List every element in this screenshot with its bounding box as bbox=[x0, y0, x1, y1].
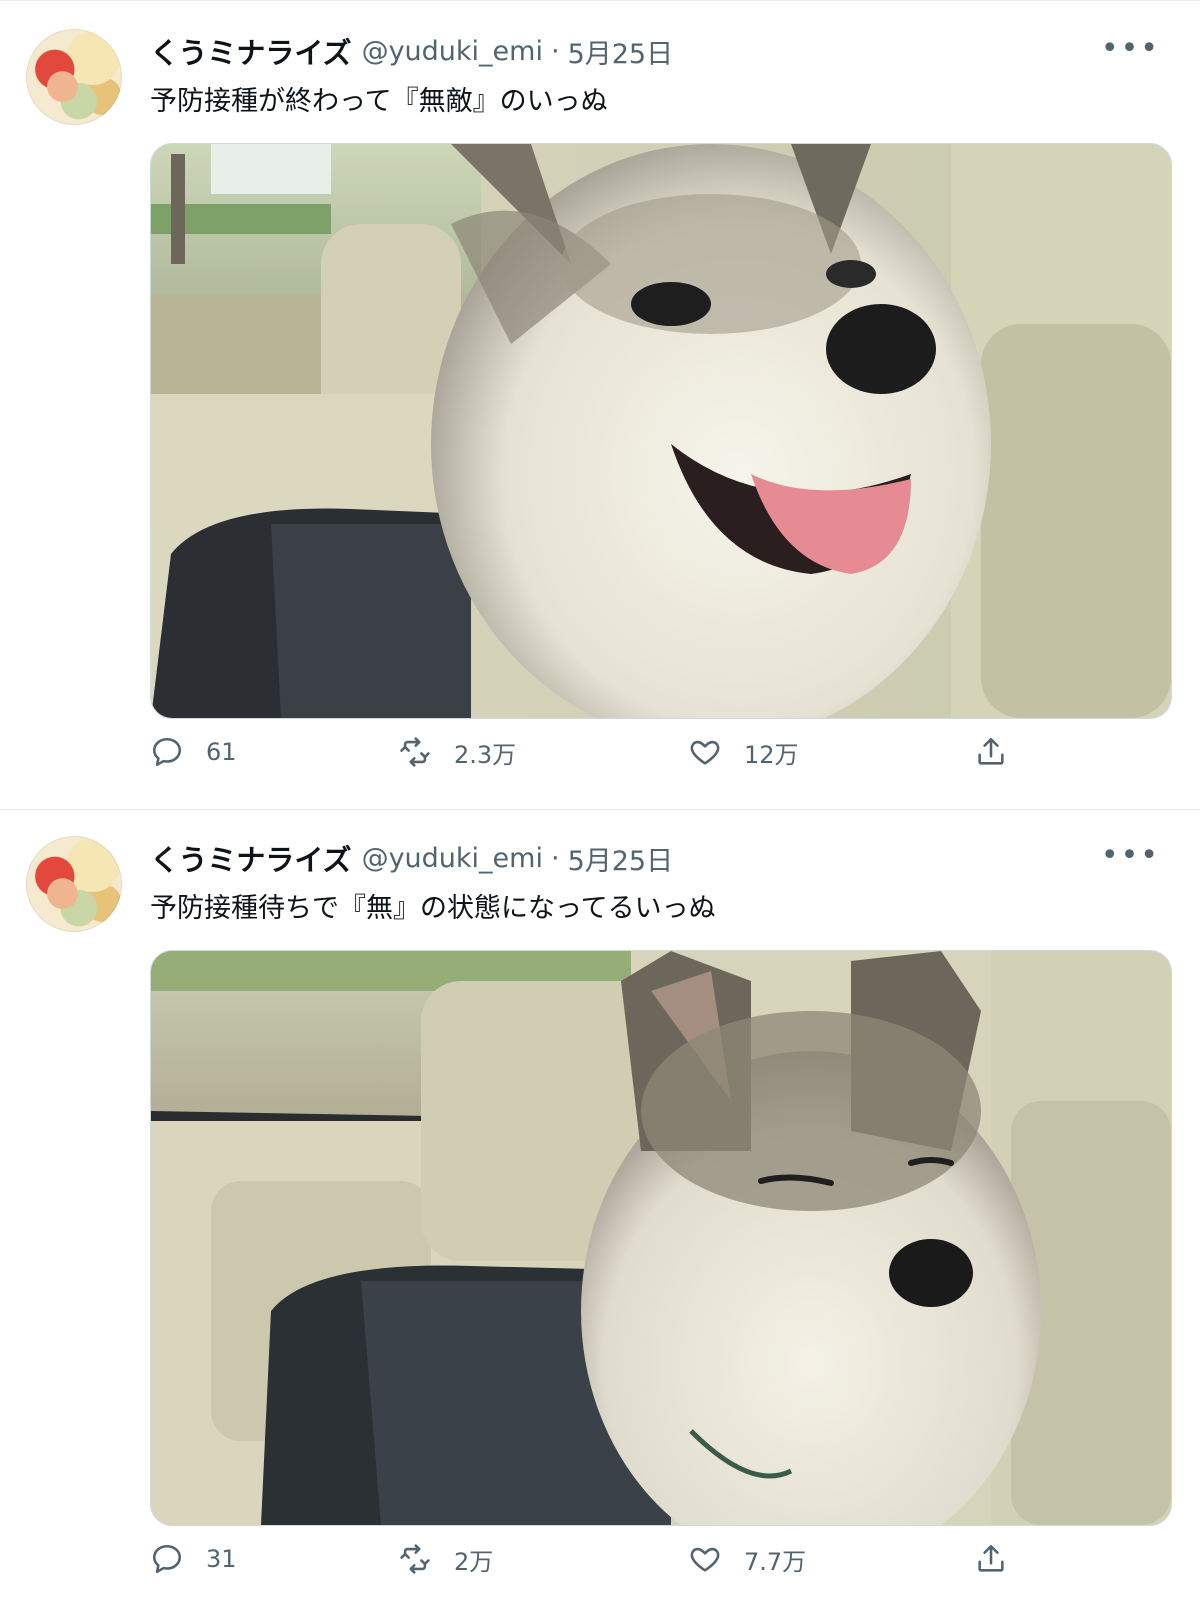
share-upload-icon bbox=[978, 1544, 1004, 1572]
share-upload-icon bbox=[978, 737, 1004, 765]
reply-count: 31 bbox=[206, 1545, 237, 1573]
tweet-text: 予防接種待ちで『無』の状態になってるいっぬ bbox=[150, 893, 716, 924]
heart-icon bbox=[690, 1547, 720, 1572]
tweet-header: くうミナライズ @yuduki_emi · 5月25日 bbox=[150, 31, 673, 71]
separator: · bbox=[550, 842, 560, 874]
separator: · bbox=[550, 35, 560, 67]
display-name[interactable]: くうミナライズ bbox=[150, 30, 352, 72]
retweet-button[interactable]: 2.3万 bbox=[398, 723, 516, 781]
tweet-header: くうミナライズ @yuduki_emi · 5月25日 bbox=[150, 838, 673, 878]
dog-photo-happy bbox=[151, 144, 1171, 718]
tweet-text: 予防接種が終わって『無敵』のいっぬ bbox=[150, 86, 608, 117]
tweet-actions: 61 2.3万 12万 bbox=[150, 723, 1050, 781]
tweet-photo[interactable] bbox=[150, 950, 1172, 1526]
like-count: 12万 bbox=[744, 740, 799, 769]
like-button[interactable]: 12万 bbox=[688, 723, 799, 781]
reply-bubble-icon bbox=[152, 737, 182, 767]
avatar[interactable] bbox=[26, 29, 122, 125]
reply-button[interactable]: 31 bbox=[150, 1530, 237, 1588]
avatar[interactable] bbox=[26, 836, 122, 932]
tweet[interactable]: くうミナライズ @yuduki_emi · 5月25日 ••• 予防接種待ちで『… bbox=[0, 808, 1200, 1610]
tweet-actions: 31 2万 7.7万 bbox=[150, 1530, 1050, 1588]
user-handle[interactable]: @yuduki_emi bbox=[362, 36, 543, 67]
retweet-count: 2.3万 bbox=[454, 740, 517, 769]
like-button[interactable]: 7.7万 bbox=[688, 1530, 806, 1588]
dog-photo-blank bbox=[151, 951, 1171, 1525]
heart-icon bbox=[690, 740, 720, 765]
tweet-photo[interactable] bbox=[150, 143, 1172, 719]
retweet-icon bbox=[400, 737, 430, 767]
more-horizontal-icon[interactable]: ••• bbox=[1101, 34, 1160, 64]
share-button[interactable] bbox=[974, 723, 1008, 781]
reply-button[interactable]: 61 bbox=[150, 723, 237, 781]
tweet-date[interactable]: 5月25日 bbox=[568, 32, 674, 71]
like-count: 7.7万 bbox=[744, 1547, 807, 1576]
share-button[interactable] bbox=[974, 1530, 1008, 1588]
display-name[interactable]: くうミナライズ bbox=[150, 837, 352, 879]
more-horizontal-icon[interactable]: ••• bbox=[1101, 841, 1160, 871]
reply-bubble-icon bbox=[152, 1544, 182, 1574]
reply-count: 61 bbox=[206, 738, 237, 766]
tweet-date[interactable]: 5月25日 bbox=[568, 839, 674, 878]
user-handle[interactable]: @yuduki_emi bbox=[362, 843, 543, 874]
retweet-button[interactable]: 2万 bbox=[398, 1530, 493, 1588]
tweet[interactable]: くうミナライズ @yuduki_emi · 5月25日 ••• 予防接種が終わっ… bbox=[0, 0, 1200, 810]
retweet-icon bbox=[400, 1544, 430, 1574]
retweet-count: 2万 bbox=[454, 1547, 494, 1576]
